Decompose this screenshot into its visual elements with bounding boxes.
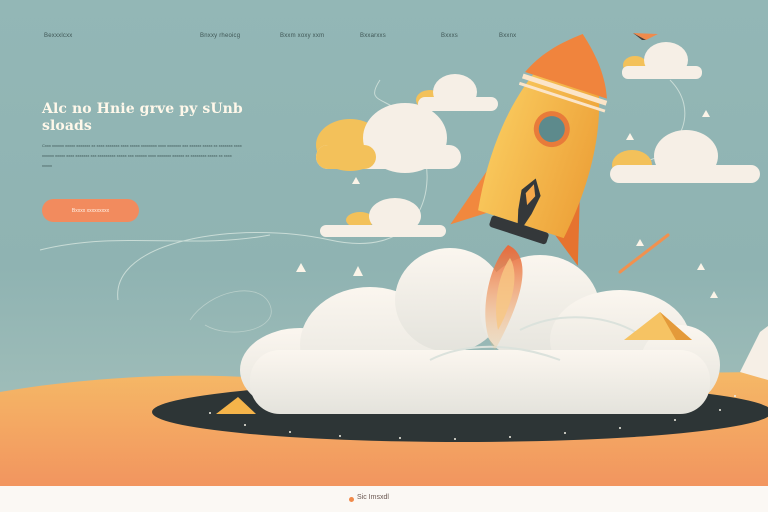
logo-mark-icon bbox=[349, 497, 354, 502]
footer-brand-text: Sic Imsxdl bbox=[357, 494, 389, 501]
landing-page: Bexxxlcxx Bnxxy rheoicg Bxxm xoxy xxm Bx… bbox=[0, 0, 768, 512]
floating-cloud bbox=[320, 198, 446, 237]
hero-illustration bbox=[0, 33, 768, 486]
nav-item-home[interactable]: Bexxxlcxx bbox=[44, 33, 72, 39]
rocket bbox=[450, 33, 608, 266]
cta-button[interactable]: Bxxxx xxxxxxxxx bbox=[42, 199, 139, 222]
nav-item-pricing[interactable]: Bxxarxxs bbox=[360, 33, 386, 39]
nav-item-services[interactable]: Bxxm xoxy xxm bbox=[280, 33, 324, 39]
swirl-line bbox=[39, 234, 271, 251]
hero-headline: Alc no Hnie grve py sUnb sloads bbox=[42, 101, 243, 134]
top-navigation: Bexxxlcxx Bnxxy rheoicg Bxxm xoxy xxm Bx… bbox=[0, 33, 768, 45]
hero-paragraph: Cxxx xxxxxx xxxxx xxxxxxx xx xxxx xxxxxx… bbox=[42, 143, 242, 168]
nav-item-features[interactable]: Bnxxy rheoicg bbox=[200, 33, 240, 39]
swirl-line bbox=[189, 290, 272, 333]
nav-item-contact[interactable]: Bxxnx bbox=[499, 33, 516, 39]
nav-item-blog[interactable]: Bxxxs bbox=[441, 33, 458, 39]
distant-peak bbox=[740, 326, 768, 380]
hero-section: Bexxxlcxx Bnxxy rheoicg Bxxm xoxy xxm Bx… bbox=[0, 0, 768, 486]
speed-streak bbox=[618, 233, 670, 274]
floating-cloud bbox=[622, 42, 702, 79]
footer: Sic Imsxdl bbox=[0, 486, 768, 512]
floating-cloud bbox=[316, 103, 461, 173]
floating-cloud bbox=[416, 74, 498, 111]
